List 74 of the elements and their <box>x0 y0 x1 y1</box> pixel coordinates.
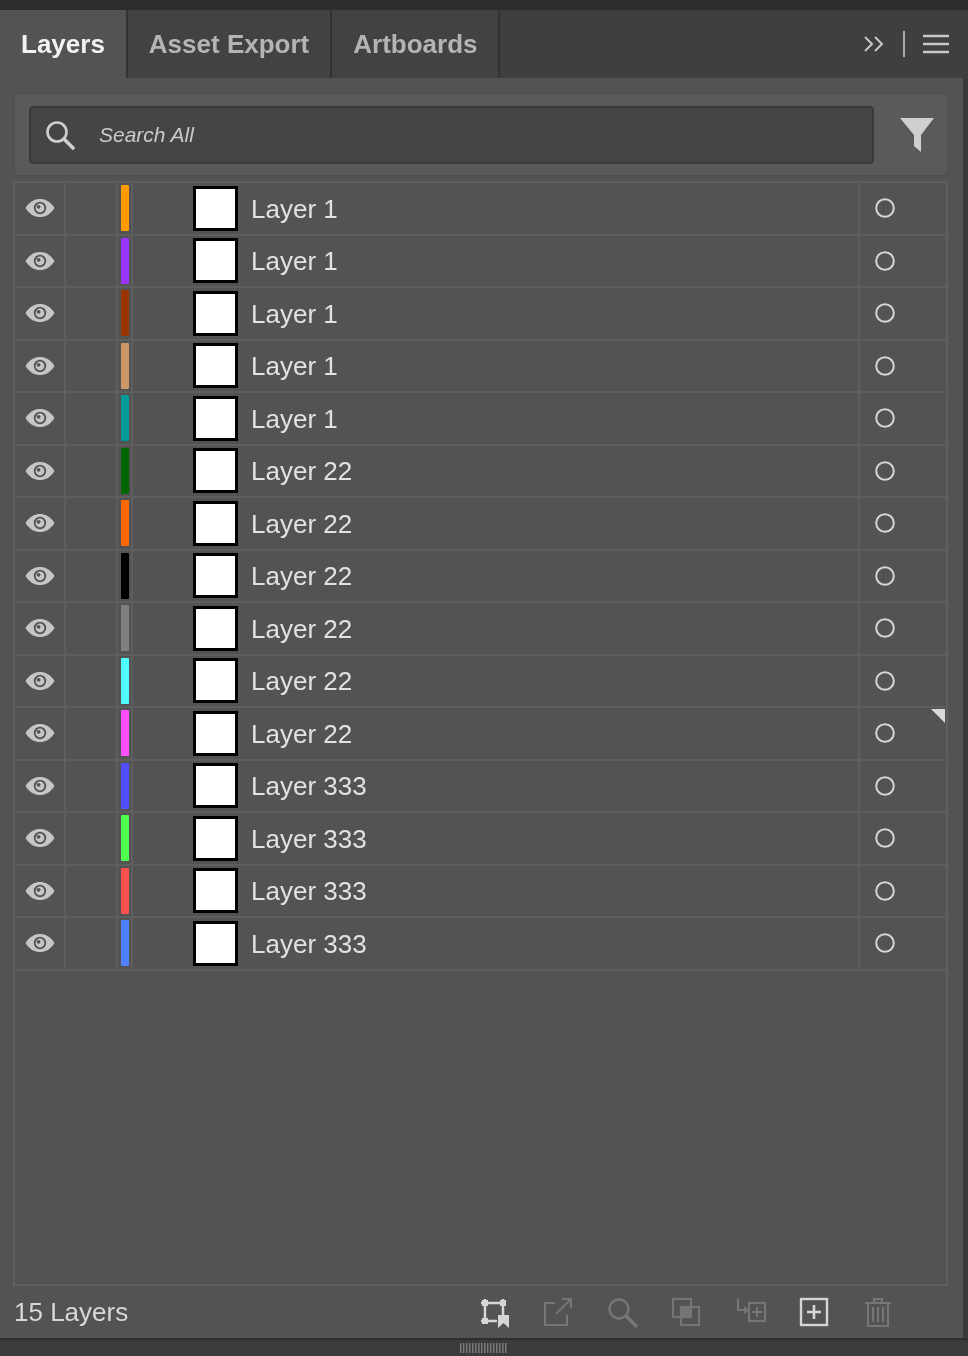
thumbnail-icon <box>193 500 238 546</box>
eye-icon <box>24 251 55 270</box>
thumbnail-icon <box>193 448 238 494</box>
overlapping-squares-icon <box>670 1296 702 1328</box>
circle-icon[interactable] <box>875 933 895 954</box>
thumbnail-icon <box>193 395 238 441</box>
eye-icon <box>24 619 55 638</box>
eye-icon <box>24 724 55 743</box>
layer-name[interactable]: Layer 22 <box>251 664 353 698</box>
circle-icon[interactable] <box>875 828 895 849</box>
layer-name[interactable]: Layer 22 <box>251 506 353 540</box>
filter-icon[interactable] <box>900 116 934 153</box>
eye-icon <box>24 409 55 428</box>
layer-name[interactable]: Layer 333 <box>251 926 367 960</box>
eye-icon <box>24 776 55 795</box>
search-icon <box>45 119 75 150</box>
circle-icon[interactable] <box>875 408 895 429</box>
circle-icon[interactable] <box>875 355 895 376</box>
circle-icon[interactable] <box>875 460 895 481</box>
thumbnail-icon <box>193 605 238 651</box>
thumbnail-icon <box>193 290 238 336</box>
eye-icon <box>24 304 55 323</box>
layer-name[interactable]: Layer 22 <box>251 454 353 488</box>
eye-icon <box>24 514 55 533</box>
thumbnail-icon <box>193 868 238 914</box>
eye-icon <box>24 356 55 375</box>
circle-icon[interactable] <box>875 565 895 586</box>
layer-name[interactable]: Layer 22 <box>251 559 353 593</box>
thumbnail-icon <box>193 343 238 389</box>
layer-name[interactable]: Layer 333 <box>251 769 367 803</box>
thumbnail-icon <box>193 815 238 861</box>
thumbnail-icon <box>193 658 238 704</box>
eye-icon <box>24 934 55 953</box>
circle-icon[interactable] <box>875 775 895 796</box>
layer-name[interactable]: Layer 333 <box>251 874 367 908</box>
layer-name[interactable]: Layer 1 <box>251 296 338 330</box>
search-field[interactable]: Search All <box>29 105 874 164</box>
trash-icon <box>862 1296 894 1328</box>
layer-name[interactable]: Layer 1 <box>251 401 338 435</box>
plus-square-icon <box>798 1296 830 1328</box>
eye-icon <box>24 829 55 848</box>
layer-name[interactable]: Layer 22 <box>251 716 353 750</box>
artboard-icon <box>478 1296 510 1328</box>
circle-icon[interactable] <box>875 250 895 271</box>
thumbnail-icon <box>193 185 238 231</box>
circle-icon[interactable] <box>875 198 895 219</box>
thumbnail-icon <box>193 763 238 809</box>
eye-icon <box>24 461 55 480</box>
layer-name[interactable]: Layer 1 <box>251 191 338 225</box>
thumbnail-icon <box>193 920 238 966</box>
circle-icon[interactable] <box>875 618 895 639</box>
layer-name[interactable]: Layer 1 <box>251 244 338 278</box>
box-arrow-icon <box>542 1296 574 1328</box>
thumbnail-icon <box>193 553 238 599</box>
eye-icon <box>24 881 55 900</box>
eye-icon <box>24 671 55 690</box>
layer-name[interactable]: Layer 1 <box>251 349 338 383</box>
menu-icon[interactable] <box>923 34 949 54</box>
circle-icon[interactable] <box>875 513 895 534</box>
layer-name[interactable]: Layer 333 <box>251 821 367 855</box>
eye-icon <box>24 566 55 585</box>
eye-icon <box>24 199 55 218</box>
thumbnail-icon <box>193 238 238 284</box>
circle-icon[interactable] <box>875 880 895 901</box>
layer-name[interactable]: Layer 22 <box>251 611 353 645</box>
circle-icon[interactable] <box>875 303 895 324</box>
search-icon <box>606 1296 638 1328</box>
tab[interactable]: Layers <box>0 10 128 78</box>
layer-count: 15 Layers <box>14 1296 129 1328</box>
circle-icon[interactable] <box>875 723 895 744</box>
grip-icon[interactable] <box>460 1343 508 1353</box>
double-chevron-icon[interactable] <box>863 34 885 54</box>
thumbnail-icon <box>193 710 238 756</box>
circle-icon[interactable] <box>875 670 895 691</box>
